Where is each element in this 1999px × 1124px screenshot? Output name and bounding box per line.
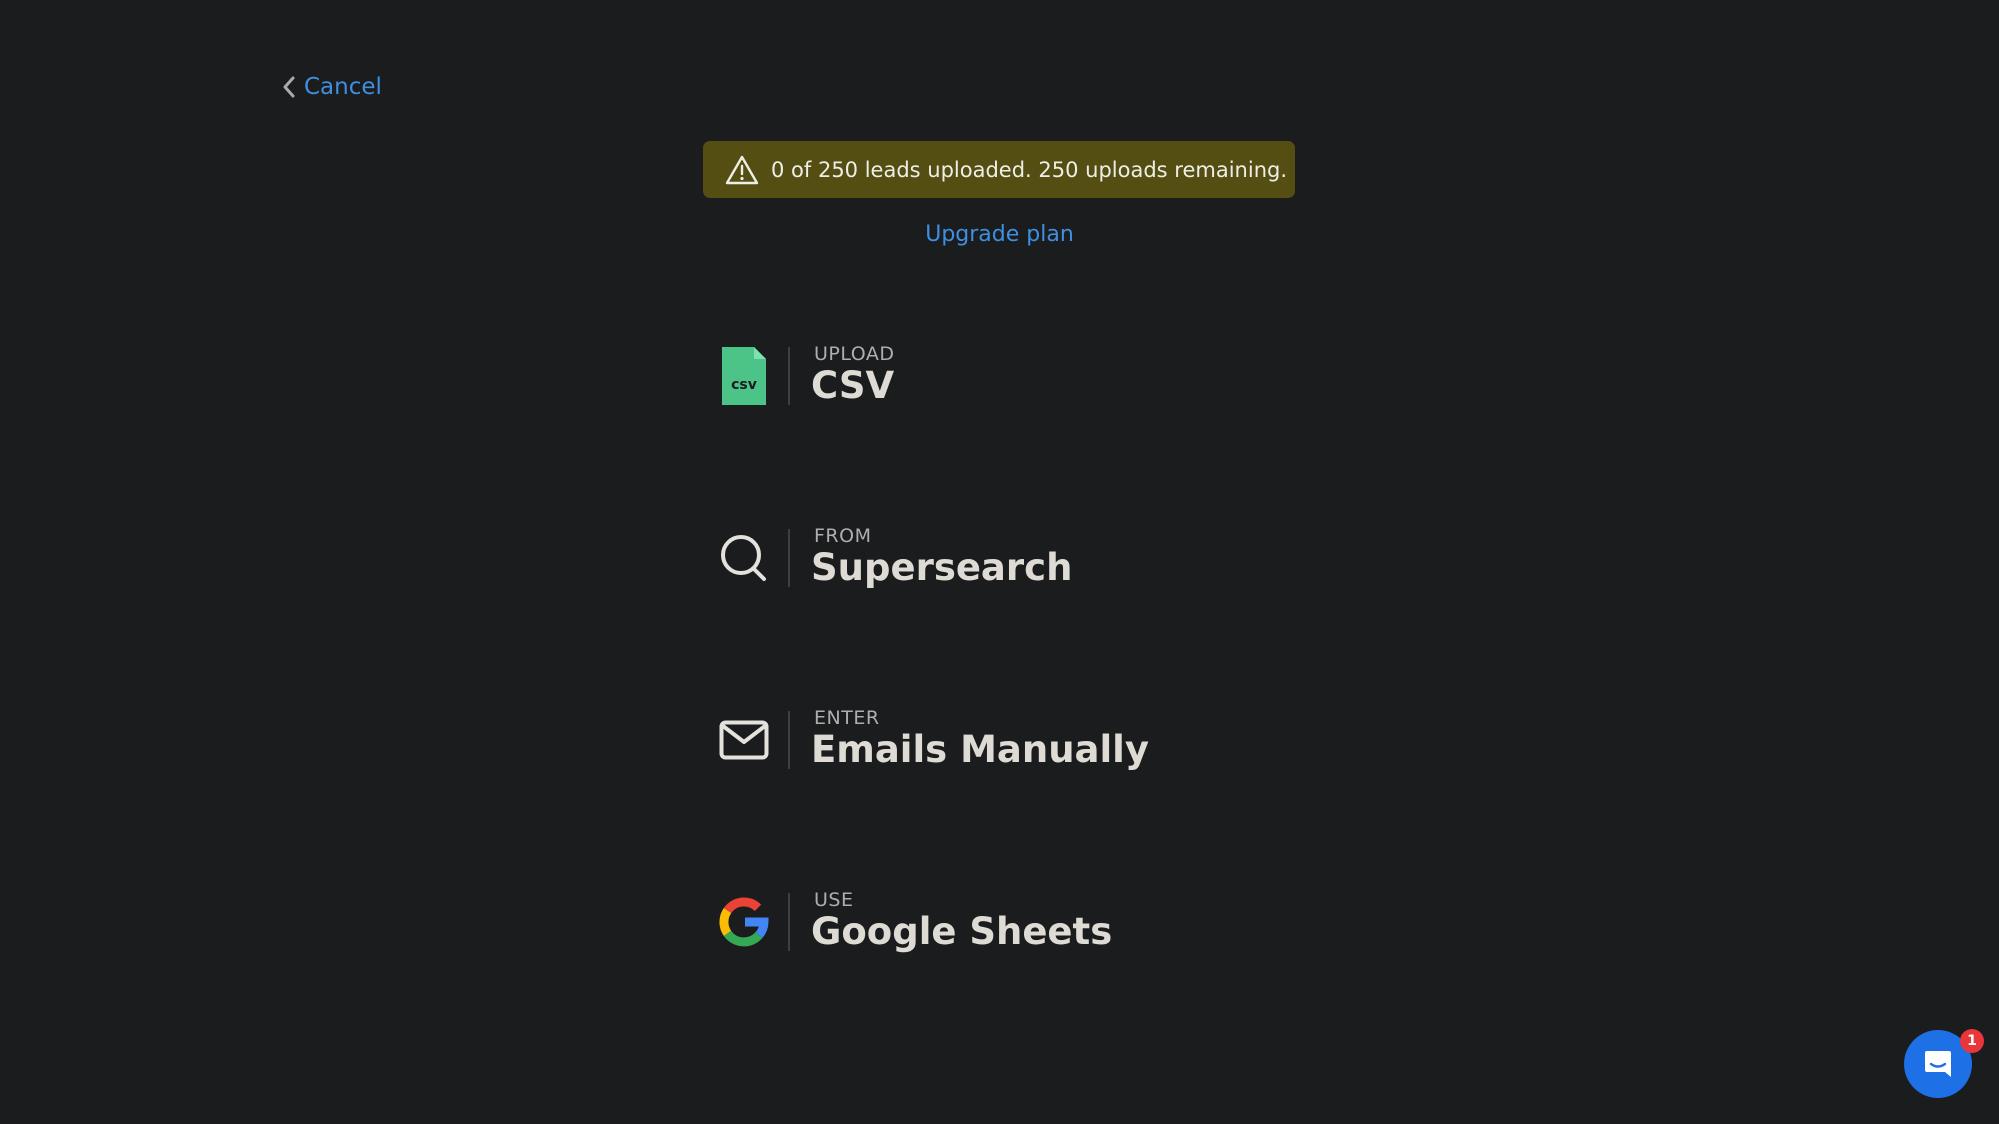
page: Cancel 0 of 250 leads uploaded. 250 uplo…	[0, 0, 1999, 1124]
upload-csv-option[interactable]: csv UPLOAD CSV	[716, 344, 1156, 408]
option-divider	[788, 529, 790, 587]
option-sub-label: ENTER	[814, 707, 880, 729]
chat-icon	[1925, 1051, 1951, 1077]
google-icon	[716, 892, 772, 952]
supersearch-option[interactable]: FROM Supersearch	[716, 526, 1156, 590]
svg-text:csv: csv	[731, 377, 757, 393]
option-divider	[788, 893, 790, 951]
option-main-label: Google Sheets	[811, 910, 1113, 953]
search-icon	[716, 528, 772, 588]
warning-triangle-icon	[725, 155, 759, 184]
enter-emails-option[interactable]: ENTER Emails Manually	[716, 708, 1156, 772]
option-sub-label: UPLOAD	[814, 343, 895, 365]
option-main-label: Supersearch	[811, 546, 1073, 589]
mail-icon	[716, 710, 772, 770]
option-sub-label: FROM	[814, 525, 872, 547]
option-sub-label: USE	[814, 889, 854, 911]
google-sheets-option[interactable]: USE Google Sheets	[716, 890, 1156, 954]
option-divider	[788, 711, 790, 769]
option-main-label: CSV	[811, 364, 895, 407]
chevron-left-icon	[283, 76, 295, 98]
option-divider	[788, 347, 790, 405]
option-main-label: Emails Manually	[811, 728, 1149, 771]
upgrade-plan-label: Upgrade plan	[925, 222, 1074, 247]
quota-banner: 0 of 250 leads uploaded. 250 uploads rem…	[703, 141, 1295, 198]
quota-message: 0 of 250 leads uploaded. 250 uploads rem…	[771, 157, 1288, 182]
cancel-link[interactable]: Cancel	[282, 74, 382, 100]
upgrade-plan-link[interactable]: Upgrade plan	[0, 222, 1999, 247]
csv-file-icon: csv	[716, 346, 772, 406]
notification-badge: 1	[1960, 1029, 1984, 1053]
cancel-label: Cancel	[304, 74, 382, 100]
